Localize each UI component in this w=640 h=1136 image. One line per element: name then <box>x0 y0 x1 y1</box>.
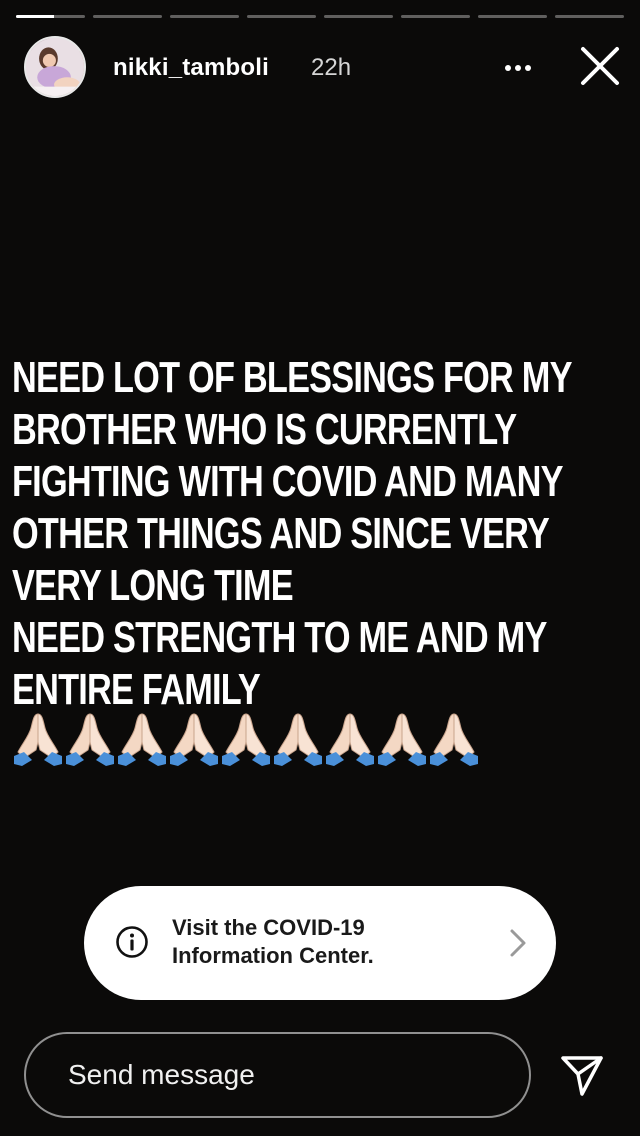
praying-hands-icon <box>66 713 114 766</box>
covid-banner-line-2: Information Center. <box>172 943 374 968</box>
covid-info-banner[interactable]: Visit the COVID-19 Information Center. <box>84 886 556 1000</box>
emoji-row <box>12 708 480 768</box>
story-timestamp: 22h <box>311 54 352 81</box>
send-message-input[interactable] <box>24 1032 531 1118</box>
avatar-image <box>26 38 84 96</box>
story-text-line: FIGHTING WITH COVID AND MANY <box>12 457 564 506</box>
praying-hands-icon <box>430 713 478 766</box>
story-text-line: NEED STRENGTH TO ME AND MY <box>12 613 547 662</box>
story-viewer[interactable]: nikki_tamboli 22h NEED LOT OF BLESSINGS … <box>0 0 640 1136</box>
praying-hands-icon <box>326 713 374 766</box>
praying-hands-icon <box>14 713 62 766</box>
story-progress-bar <box>16 15 624 19</box>
praying-hands-icon <box>118 713 166 766</box>
chevron-right-icon <box>510 929 526 957</box>
progress-segment-fill <box>16 15 54 18</box>
covid-banner-text: Visit the COVID-19 Information Center. <box>172 914 374 970</box>
more-horizontal-icon[interactable] <box>498 48 538 88</box>
progress-segment <box>401 15 470 18</box>
praying-hands-icon <box>222 713 270 766</box>
story-text-line: VERY LONG TIME <box>12 561 294 610</box>
story-text-line: NEED LOT OF BLESSINGS FOR MY <box>12 353 573 402</box>
progress-segment <box>478 15 547 18</box>
progress-segment <box>16 15 85 18</box>
story-text-line: BROTHER WHO IS CURRENTLY <box>12 405 517 454</box>
progress-segment <box>555 15 624 18</box>
close-icon[interactable] <box>576 42 624 90</box>
covid-banner-line-1: Visit the COVID-19 <box>172 915 365 940</box>
story-text-line: OTHER THINGS AND SINCE VERY <box>12 509 550 558</box>
progress-segment <box>170 15 239 18</box>
progress-segment <box>247 15 316 18</box>
avatar[interactable] <box>24 36 86 98</box>
praying-hands-icon <box>378 713 426 766</box>
progress-segment <box>324 15 393 18</box>
info-icon <box>116 926 148 958</box>
send-icon[interactable] <box>558 1052 606 1100</box>
progress-segment <box>93 15 162 18</box>
praying-hands-icon <box>170 713 218 766</box>
story-header: nikki_tamboli 22h <box>0 34 640 104</box>
story-text: NEED LOT OF BLESSINGS FOR MY BROTHER WHO … <box>12 352 613 716</box>
praying-hands-icon <box>274 713 322 766</box>
username[interactable]: nikki_tamboli <box>113 54 269 82</box>
